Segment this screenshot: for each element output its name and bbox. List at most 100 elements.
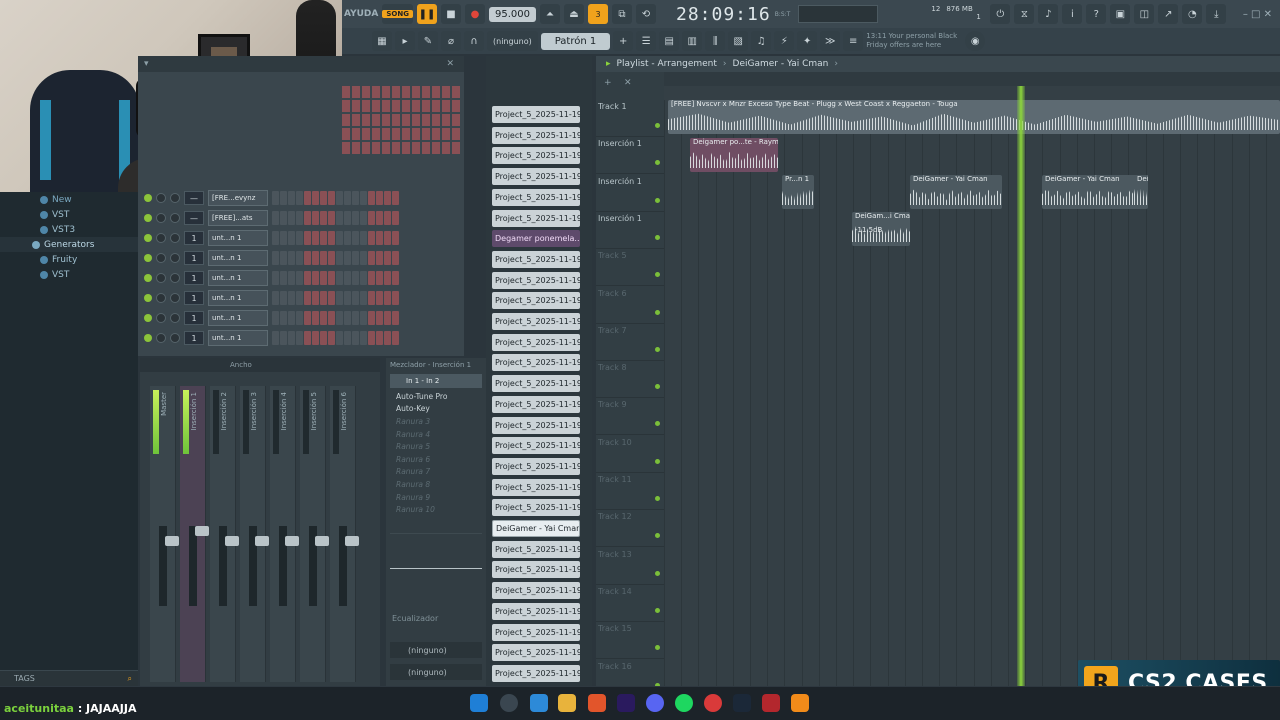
arrow-icon[interactable]: ↗ <box>1158 4 1179 24</box>
mixer-track-number[interactable]: 1 <box>184 291 204 305</box>
track-header[interactable]: Inserción 1 <box>596 137 664 175</box>
app-icon[interactable] <box>704 694 722 712</box>
track-header[interactable]: Track 14 <box>596 585 664 622</box>
volume-knob[interactable] <box>170 333 180 343</box>
pattern-item[interactable]: Project_5_2025-11-19 2... <box>492 168 580 186</box>
search-icon[interactable]: ⌕ <box>128 674 132 684</box>
piano-roll-icon[interactable]: ▥ <box>682 31 703 51</box>
brave-icon[interactable] <box>588 694 606 712</box>
effect-slot[interactable]: Ranura 6 <box>386 453 486 466</box>
step-button[interactable] <box>280 251 287 265</box>
pan-knob[interactable] <box>156 313 166 323</box>
volume-knob[interactable] <box>170 313 180 323</box>
window-controls[interactable]: – □ ✕ <box>1243 9 1280 20</box>
tools-icon[interactable]: ✦ <box>797 31 818 51</box>
pan-knob[interactable] <box>156 253 166 263</box>
mixer-track-number[interactable]: 1 <box>184 331 204 345</box>
pattern-select[interactable]: Patrón 1 <box>540 32 611 50</box>
step-button[interactable] <box>296 291 303 305</box>
fader-track[interactable] <box>189 526 209 606</box>
step-button[interactable] <box>296 211 303 225</box>
close-icon[interactable]: ✕ <box>446 59 454 69</box>
step-button[interactable] <box>288 331 295 345</box>
pan-knob[interactable] <box>156 333 166 343</box>
track-header[interactable]: Track 10 <box>596 436 664 473</box>
info-icon[interactable]: i <box>1062 4 1083 24</box>
save-icon[interactable]: ▣ <box>1110 4 1131 24</box>
track-header[interactable]: Track 7 <box>596 324 664 361</box>
effect-slot[interactable]: Ranura 3 <box>386 415 486 428</box>
step-button[interactable] <box>304 191 311 205</box>
draw-icon[interactable]: ✎ <box>418 31 438 51</box>
track-header[interactable]: Track 5 <box>596 249 664 287</box>
audio-clip[interactable]: DeiGamer - Yai Cman <box>1042 175 1146 209</box>
audio-clip[interactable]: [FREE] Nvscvr x Mnzr Exceso Type Beat - … <box>668 100 1280 134</box>
mute-led[interactable] <box>144 234 152 242</box>
step-button[interactable] <box>320 231 327 245</box>
mixer-track-number[interactable]: 1 <box>184 271 204 285</box>
track-header[interactable]: Track 13 <box>596 548 664 585</box>
effect-slot[interactable]: Ranura 4 <box>386 428 486 441</box>
output-select-a[interactable]: (ninguno) <box>390 642 482 658</box>
spotify-icon[interactable] <box>675 694 693 712</box>
step-button[interactable] <box>360 191 367 205</box>
step-button[interactable] <box>368 211 375 225</box>
step-button[interactable] <box>272 251 279 265</box>
step-button[interactable] <box>336 211 343 225</box>
step-button[interactable] <box>384 251 391 265</box>
step-button[interactable] <box>392 311 399 325</box>
pattern-item[interactable]: Project_5_2025-11-19 2... <box>492 623 580 641</box>
snap-select[interactable]: (ninguno) <box>487 31 538 51</box>
mixer-track-number[interactable]: 1 <box>184 251 204 265</box>
step-button[interactable] <box>328 251 335 265</box>
step-button[interactable] <box>296 311 303 325</box>
mute-led[interactable] <box>144 194 152 202</box>
step-button[interactable] <box>296 191 303 205</box>
track-led[interactable] <box>655 421 660 427</box>
fader-track[interactable] <box>339 526 359 606</box>
mixer-strip[interactable]: Inserción 1 <box>180 386 209 682</box>
channel-name[interactable]: unt...n 1 <box>208 270 268 286</box>
step-button[interactable] <box>384 231 391 245</box>
tags-bar[interactable]: TAGS ⌕ <box>0 670 138 686</box>
stop-icon[interactable]: ■ <box>440 4 461 24</box>
pattern-item[interactable]: Project_5_2025-11-19 2... <box>492 664 580 682</box>
mixer-strip[interactable]: Inserción 4 <box>270 386 299 682</box>
step-button[interactable] <box>360 251 367 265</box>
pattern-item[interactable]: Project_5_2025-11-19 2... <box>492 416 580 434</box>
step-button[interactable] <box>336 311 343 325</box>
step-button[interactable] <box>336 291 343 305</box>
step-button[interactable] <box>312 251 319 265</box>
step-button[interactable] <box>328 271 335 285</box>
arrangement-area[interactable]: [FREE] Nvscvr x Mnzr Exceso Type Beat - … <box>664 86 1280 686</box>
fader-cap[interactable] <box>345 536 359 546</box>
step-button[interactable] <box>344 251 351 265</box>
step-sequencer[interactable] <box>272 211 399 225</box>
step-button[interactable] <box>376 211 383 225</box>
step-button[interactable] <box>360 211 367 225</box>
step-button[interactable] <box>344 291 351 305</box>
browser-item-vst[interactable]: VST <box>0 207 138 222</box>
track-header[interactable]: Track 11 <box>596 473 664 510</box>
effect-slot[interactable]: Ranura 10 <box>386 503 486 516</box>
step-button[interactable] <box>280 331 287 345</box>
fader-cap[interactable] <box>315 536 329 546</box>
menu-help[interactable]: AYUDA <box>344 9 378 19</box>
fader-cap[interactable] <box>255 536 269 546</box>
browser-icon[interactable]: ▧ <box>728 31 749 51</box>
step-button[interactable] <box>336 271 343 285</box>
step-button[interactable] <box>272 331 279 345</box>
volume-knob[interactable] <box>170 273 180 283</box>
start-icon[interactable] <box>470 694 488 712</box>
step-button[interactable] <box>272 271 279 285</box>
app-icon-2[interactable] <box>762 694 780 712</box>
fader-cap[interactable] <box>195 526 209 536</box>
step-button[interactable] <box>304 211 311 225</box>
pattern-item[interactable]: Project_5_2025-11-19 2... <box>492 561 580 579</box>
render-icon[interactable]: ◫ <box>1134 4 1155 24</box>
pattern-item[interactable]: Project_5_2025-11-19 2... <box>492 457 580 475</box>
step-button[interactable] <box>272 191 279 205</box>
effect-slot[interactable]: Ranura 9 <box>386 491 486 504</box>
step-button[interactable] <box>376 291 383 305</box>
fader-cap[interactable] <box>225 536 239 546</box>
